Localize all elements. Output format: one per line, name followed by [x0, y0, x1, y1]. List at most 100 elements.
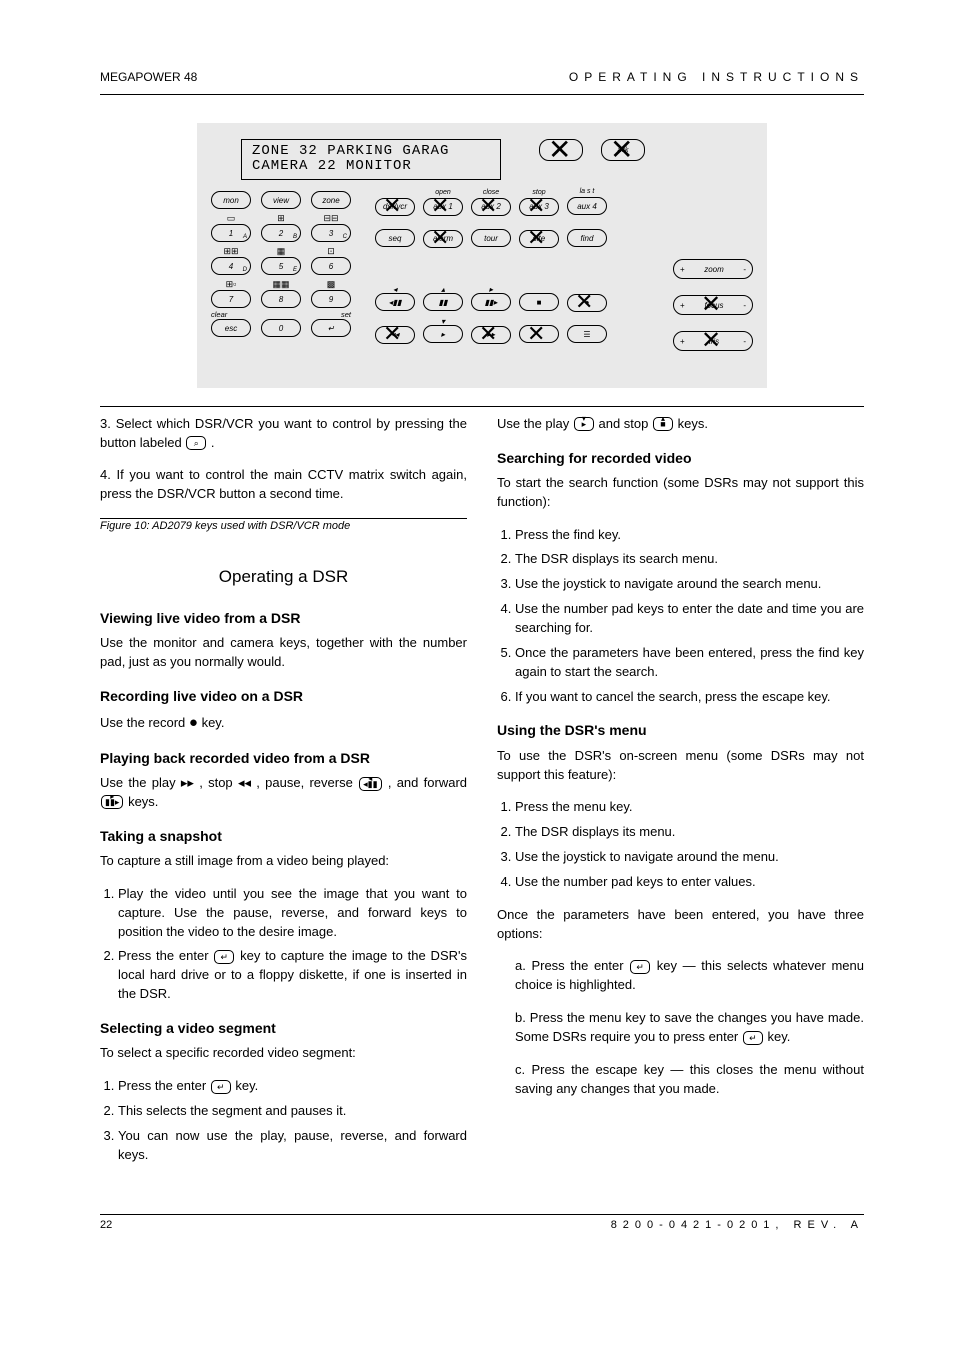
menu-step1: Press the menu key.: [515, 798, 864, 817]
enter-key: ↵: [311, 319, 351, 337]
layout-icon-2: ⊞: [261, 213, 301, 224]
minus-icon: -: [743, 265, 746, 274]
num6-key: 6: [311, 257, 351, 275]
find-intro: To start the search function (some DSRs …: [497, 474, 864, 512]
seg-step3: You can now use the play, pause, reverse…: [118, 1127, 467, 1165]
step4-text: 4. If you want to control the main CCTV …: [100, 466, 467, 504]
view-key: view: [261, 191, 301, 209]
menu-step2: The DSR displays its menu.: [515, 823, 864, 842]
find-step5: Once the parameters have been entered, p…: [515, 644, 864, 682]
num7-key: 7: [211, 290, 251, 308]
alarm-key: alarm: [423, 230, 463, 248]
header-rule: [100, 94, 864, 95]
play-text-c: , pause, reverse: [256, 775, 358, 790]
rewind-key: ◂◂: [375, 326, 415, 344]
view-text: Use the monitor and camera keys, togethe…: [100, 634, 467, 672]
unknown-top-button-1: [539, 139, 583, 161]
num5-key: 5E: [261, 257, 301, 275]
opt-a-label: a.: [515, 958, 526, 973]
aux2-key: closeaux 2: [471, 198, 511, 216]
find-step4: Use the number pad keys to enter the dat…: [515, 600, 864, 638]
plus-icon: +: [680, 265, 685, 274]
seg-step1-a: Press the enter: [118, 1078, 210, 1093]
left-column: 3. Select which DSR/VCR you want to cont…: [100, 415, 467, 1179]
step-fwd-key: ▸▮▮▸: [471, 293, 511, 311]
keyboard-display: ZONE 32 PARKING GARAG CAMERA 22 MONITOR: [241, 139, 501, 180]
sub-heading-view: Viewing live video from a DSR: [100, 608, 467, 628]
menu-steps: Press the menu key. The DSR displays its…: [515, 798, 864, 891]
num1-key: 1A: [211, 224, 251, 242]
layout-icon-9: ▩: [311, 279, 351, 290]
find-steps: Press the find key. The DSR displays its…: [515, 526, 864, 707]
seq-key: seq: [375, 229, 415, 247]
play-key-r1c: keys.: [678, 416, 708, 431]
aux4-key: la s taux 4: [567, 197, 607, 215]
enter-key-icon: ↵: [214, 950, 234, 964]
footer-rule: [100, 1214, 864, 1215]
forward-key-icon: ▸▮▮▸: [101, 795, 123, 809]
opt-b-a: Press the menu key to save the changes y…: [515, 1010, 864, 1044]
menu-key: ☰: [567, 325, 607, 343]
snap-step1: Play the video until you see the image t…: [118, 885, 467, 942]
menu-intro: To use the DSR's on-screen menu (some DS…: [497, 747, 864, 785]
opt-b-b: key.: [768, 1029, 791, 1044]
layout-icon-4: ⊞⊞: [211, 246, 251, 257]
find-step2: The DSR displays its search menu.: [515, 550, 864, 569]
play-text-d: , and forward: [388, 775, 467, 790]
stop-key: ■: [519, 293, 559, 311]
menu-step4: Use the number pad keys to enter values.: [515, 873, 864, 892]
rec-text-b: key.: [202, 715, 225, 730]
layout-icon-5: ▦: [261, 246, 301, 257]
play-text-e: keys.: [128, 794, 158, 809]
find-step3: Use the joystick to navigate around the …: [515, 575, 864, 594]
focus-rocker: + focus -: [673, 295, 753, 315]
ffwd-icon: ▸▸: [181, 775, 194, 790]
set-label: set: [311, 310, 351, 319]
unknown-transport-key: [519, 325, 559, 343]
stop-key-icon: ▴■: [653, 417, 673, 431]
zoom-rocker: + zoom -: [673, 259, 753, 279]
snap-step2-a: Press the enter: [118, 948, 213, 963]
step3-text-a: 3. Select which DSR/VCR you want to cont…: [100, 416, 467, 450]
enter-key-icon: ↵: [630, 960, 650, 974]
play-text-a: Use the play: [100, 775, 181, 790]
play-text-b: , stop: [199, 775, 238, 790]
play-key-icon: ▾▸: [574, 417, 594, 431]
aux1-key: openaux 1: [423, 198, 463, 216]
iris-rocker: + iris -: [673, 331, 753, 351]
dsrvcr-key: dsr/vcr: [375, 198, 415, 216]
play-key-r1b: and stop: [599, 416, 653, 431]
num4-key: 4D: [211, 257, 251, 275]
seg-steps: Press the enter ↵ key. This selects the …: [118, 1077, 467, 1164]
num8-key: 8: [261, 290, 301, 308]
sub-heading-snap: Taking a snapshot: [100, 826, 467, 846]
display-line1: ZONE 32 PARKING GARAG: [252, 144, 490, 159]
menu-step3: Use the joystick to navigate around the …: [515, 848, 864, 867]
aux3-key: stopaux 3: [519, 198, 559, 216]
site-key: site: [519, 230, 559, 248]
rew-icon: ◂◂: [238, 775, 251, 790]
rec-text-a: Use the record: [100, 715, 189, 730]
sub-heading-rec: Recording live video on a DSR: [100, 686, 467, 706]
layout-icon-6: ⊡: [311, 246, 351, 257]
sub-heading-play: Playing back recorded video from a DSR: [100, 748, 467, 768]
mon-key: mon: [211, 191, 251, 209]
clear-label: clear: [211, 310, 251, 319]
sub-heading-seg: Selecting a video segment: [100, 1018, 467, 1038]
enter-key-icon: ↵: [211, 1080, 231, 1094]
zone-key: zone: [311, 191, 351, 209]
figure-rule-top: [100, 406, 864, 407]
header-left: MEGAPOWER 48: [100, 70, 197, 84]
layout-icon-7: ⊞▫: [211, 279, 251, 290]
keyboard-diagram: ZONE 32 PARKING GARAG CAMERA 22 MONITOR …: [197, 123, 767, 388]
unknown-top-button-2: ack: [601, 139, 645, 161]
pause-key: ▴▮▮: [423, 293, 463, 311]
play-key: ▾▸: [423, 325, 463, 343]
display-line2: CAMERA 22 MONITOR: [252, 159, 490, 174]
opt-c-label: c.: [515, 1062, 525, 1077]
seg-intro: To select a specific recorded video segm…: [100, 1044, 467, 1063]
snap-intro: To capture a still image from a video be…: [100, 852, 467, 871]
record-key: ●: [567, 294, 607, 312]
seg-step1-b: key.: [235, 1078, 258, 1093]
reverse-key-icon: ◂◂▮▮: [359, 777, 381, 791]
